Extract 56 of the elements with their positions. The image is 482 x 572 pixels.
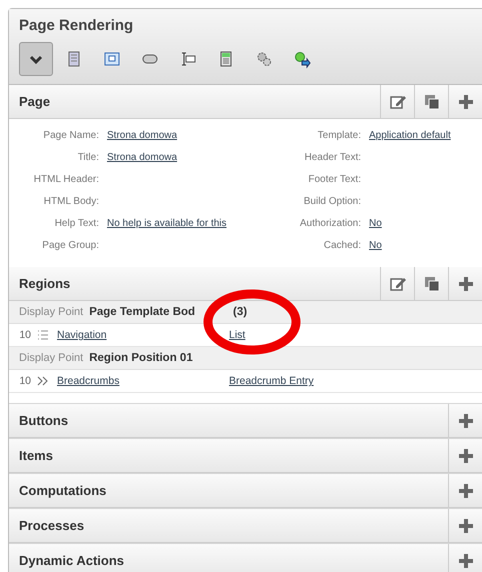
plus-icon xyxy=(456,412,474,430)
section-title: Processes xyxy=(18,518,86,533)
field-label: Template: xyxy=(316,129,361,143)
section-header[interactable]: Dynamic Actions xyxy=(9,543,482,572)
field-label: Footer Text: xyxy=(307,173,361,187)
region-type-link[interactable]: List xyxy=(229,329,246,341)
section-title: Buttons xyxy=(18,413,70,428)
display-point-label: Display Point xyxy=(19,352,84,364)
section-header[interactable]: Items xyxy=(9,438,482,473)
display-point-name: Region Position 01 xyxy=(89,352,193,364)
field-link[interactable]: Strona domowa xyxy=(107,130,178,141)
section-header[interactable]: Regions xyxy=(9,267,482,301)
section-title: Dynamic Actions xyxy=(18,553,125,568)
field-link[interactable]: No xyxy=(369,240,382,251)
plus-icon xyxy=(456,274,474,292)
double-chevron-icon xyxy=(37,375,49,387)
plus-icon xyxy=(456,92,474,110)
region-link[interactable]: Navigation xyxy=(57,329,107,341)
field-label: Cached: xyxy=(322,239,361,253)
plus-icon xyxy=(456,482,474,500)
field-label: Build Option: xyxy=(302,195,361,209)
plus-icon xyxy=(456,552,474,570)
sequence-number: 10 xyxy=(18,375,31,387)
field-label: HTML Body: xyxy=(42,195,99,209)
copy-icon xyxy=(422,92,440,110)
section-title: Regions xyxy=(18,276,72,291)
section-header[interactable]: Computations xyxy=(9,473,482,508)
copy-icon xyxy=(422,274,440,292)
section-title: Computations xyxy=(18,483,108,498)
section-header[interactable]: Page xyxy=(9,85,482,119)
chevron-down-button[interactable] xyxy=(19,42,53,76)
plus-icon xyxy=(456,516,474,534)
display-point-name: Page Template Bod xyxy=(89,306,196,318)
region-link[interactable]: Breadcrumbs xyxy=(57,375,120,387)
plus-icon xyxy=(456,446,474,464)
sequence-number: 10 xyxy=(18,329,31,341)
section-header[interactable]: Buttons xyxy=(9,403,482,438)
section-header[interactable]: Processes xyxy=(9,508,482,543)
field-label: Page Name: xyxy=(42,129,99,143)
display-point-label: Display Point xyxy=(19,306,84,318)
field-label: Help Text: xyxy=(54,217,99,231)
field-label: HTML Header: xyxy=(32,173,99,187)
field-label: Page Group: xyxy=(41,239,99,253)
field-label: Authorization: xyxy=(298,217,361,231)
field-link[interactable]: No help is available for this xyxy=(107,218,227,229)
field-link[interactable]: Application default xyxy=(369,130,451,141)
field-link[interactable]: No xyxy=(369,218,382,229)
field-label: Title: xyxy=(76,151,99,165)
field-link[interactable]: Strona domowa xyxy=(107,152,178,163)
field-label: Header Text: xyxy=(303,151,361,165)
section-title: Items xyxy=(18,448,54,463)
region-count: (3) xyxy=(233,306,248,318)
list-icon xyxy=(37,329,49,341)
panel-title: Page Rendering xyxy=(19,17,134,34)
region-type-link[interactable]: Breadcrumb Entry xyxy=(229,375,314,387)
section-title: Page xyxy=(18,94,52,109)
